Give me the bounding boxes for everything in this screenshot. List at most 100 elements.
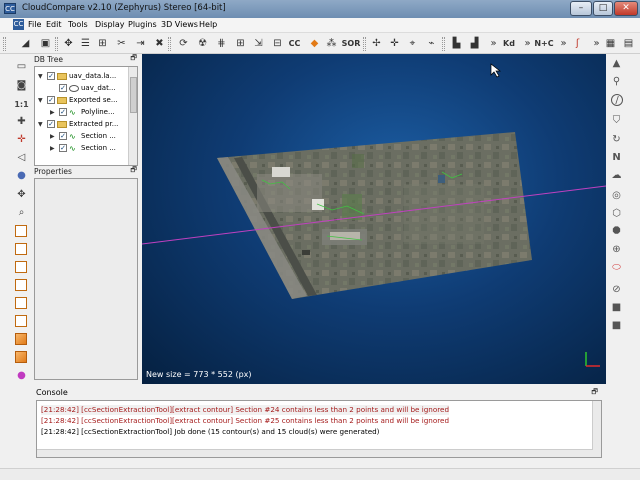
visibility-checkbox[interactable]: ✓ xyxy=(59,132,67,140)
point-cloud[interactable] xyxy=(217,132,532,299)
color-ramp-icon[interactable]: ● xyxy=(14,368,29,383)
puzzle-icon[interactable]: ⊕ xyxy=(609,242,624,257)
scroll-up-icon[interactable]: ▲ xyxy=(609,56,624,71)
menu-display[interactable]: Display xyxy=(91,19,129,31)
shield-icon[interactable]: ⛉ xyxy=(609,113,624,128)
bar-chart-icon[interactable]: ▟ xyxy=(467,36,482,51)
console-horizontal-scrollbar[interactable] xyxy=(37,449,593,457)
cloud-layers-icon[interactable]: ▤ xyxy=(621,36,636,51)
rotation-icon[interactable]: ◁ xyxy=(14,150,29,165)
north-icon[interactable]: N xyxy=(609,150,624,165)
view-back-icon[interactable] xyxy=(15,279,27,291)
octagon-icon[interactable]: ⯃ xyxy=(609,224,624,239)
view-bottom-icon[interactable] xyxy=(15,315,27,327)
light-icon[interactable]: ● xyxy=(14,168,29,183)
expand-arrow-icon[interactable]: ▼ xyxy=(38,121,45,128)
normals-icon[interactable]: ⋕ xyxy=(214,36,229,51)
close-button[interactable]: ✕ xyxy=(614,1,638,16)
move-icon[interactable]: ✛ xyxy=(387,36,402,51)
tree-item[interactable]: ▶ ✓ ∿ Section ... xyxy=(50,130,116,142)
toolbar-grip[interactable] xyxy=(363,37,366,51)
subsample-icon[interactable]: ☢ xyxy=(195,36,210,51)
probe-icon[interactable]: ⚲ xyxy=(609,74,624,89)
zoom-icon[interactable]: ⌕ xyxy=(14,205,29,220)
tree-item[interactable]: ▶ ✓ ∿ Section ... xyxy=(50,142,116,154)
visibility-checkbox[interactable]: ✓ xyxy=(59,84,67,92)
distance-icon[interactable]: ⇲ xyxy=(251,36,266,51)
expand-arrow-icon[interactable]: ▶ xyxy=(50,145,57,152)
db-tree-scrollbar[interactable] xyxy=(128,67,137,165)
sor-button[interactable]: SOR xyxy=(341,36,361,51)
view-iso-back-icon[interactable] xyxy=(15,351,27,363)
db-tree-scroll-thumb[interactable] xyxy=(130,77,137,113)
tree-item[interactable]: ▼ ✓ Exported se... xyxy=(38,94,118,106)
compass-icon[interactable]: / xyxy=(611,94,623,106)
nc-button[interactable]: N+C xyxy=(533,36,555,51)
measure-icon[interactable]: ⌖ xyxy=(405,36,420,51)
wireframe-icon[interactable]: ⬡ xyxy=(609,206,624,221)
delete-icon[interactable]: ✖ xyxy=(152,36,167,51)
toolbar-grip[interactable] xyxy=(168,37,171,51)
pan-icon[interactable]: ✥ xyxy=(14,187,29,202)
rotate-icon[interactable]: ↻ xyxy=(609,132,624,147)
view-iso-front-icon[interactable] xyxy=(15,333,27,345)
menu-tools[interactable]: Tools xyxy=(64,19,92,31)
visibility-checkbox[interactable]: ✓ xyxy=(59,108,67,116)
menu-help[interactable]: Help xyxy=(195,19,221,31)
expand-arrow-icon[interactable]: ▶ xyxy=(50,109,57,116)
visibility-checkbox[interactable]: ✓ xyxy=(47,72,55,80)
open-file-icon[interactable]: ◢ xyxy=(18,36,33,51)
view-right-icon[interactable] xyxy=(15,297,27,309)
histogram-icon[interactable]: ▙ xyxy=(449,36,464,51)
expand-arrow-icon[interactable]: ▼ xyxy=(38,97,45,104)
kd-tree-button[interactable]: Kd xyxy=(500,36,518,51)
expand-arrow-icon[interactable]: ▼ xyxy=(38,73,45,80)
3d-viewport[interactable]: New size = 773 * 552 (px) xyxy=(142,54,606,384)
auto-pivot-icon[interactable]: ✛ xyxy=(14,132,29,147)
tree-item[interactable]: ▶ ✓ ∿ Polyline... xyxy=(50,106,115,118)
tree-item[interactable]: ✓ uav_dat... xyxy=(50,82,116,94)
visibility-checkbox[interactable]: ✓ xyxy=(47,120,55,128)
save-file-icon[interactable]: ▣ xyxy=(38,36,53,51)
plugin-icon[interactable]: ▦ xyxy=(603,36,618,51)
minimize-button[interactable]: – xyxy=(570,1,592,16)
translate-rotate-icon[interactable]: ✥ xyxy=(61,36,76,51)
db-tree-float-button[interactable]: 🗗 xyxy=(130,54,137,65)
console-vertical-scrollbar[interactable] xyxy=(592,401,601,457)
toolbar-more-icon[interactable]: » xyxy=(589,36,604,51)
tree-item[interactable]: ▼ ✓ Extracted pr... xyxy=(38,118,118,130)
ellipse-icon[interactable]: ⬭ xyxy=(609,260,624,275)
cc-button[interactable]: CC xyxy=(287,36,302,51)
sample-icon[interactable]: ⟳ xyxy=(176,36,191,51)
visibility-checkbox[interactable]: ✓ xyxy=(47,96,55,104)
view-left-icon[interactable] xyxy=(15,261,27,273)
toolbar-more-icon[interactable]: » xyxy=(556,36,571,51)
toolbar-more-icon[interactable]: » xyxy=(486,36,501,51)
segment-icon[interactable]: ✂ xyxy=(114,36,129,51)
toolbar-grip[interactable] xyxy=(3,37,6,51)
screen-icon[interactable]: ▭ xyxy=(14,59,29,74)
view-front-icon[interactable] xyxy=(15,243,27,255)
scale-1-1-icon[interactable]: 1:1 xyxy=(14,97,29,112)
label-icon[interactable]: ◆ xyxy=(307,36,322,51)
list-icon[interactable]: ☰ xyxy=(78,36,93,51)
cube-gray-2-icon[interactable]: ■ xyxy=(609,318,624,333)
visibility-checkbox[interactable]: ✓ xyxy=(59,144,67,152)
title-bar[interactable]: CC CloudCompare v2.10 (Zephyrus) Stereo … xyxy=(0,0,640,18)
properties-float-button[interactable]: 🗗 xyxy=(130,166,137,177)
menu-plugins[interactable]: Plugins xyxy=(124,19,161,31)
console-log[interactable]: [21:28:42] [ccSectionExtractionTool][ext… xyxy=(36,400,602,458)
maximize-button[interactable]: □ xyxy=(593,1,613,16)
point-pick-icon[interactable]: ⌁ xyxy=(424,36,439,51)
zoom-pivot-icon[interactable]: ✚ xyxy=(14,114,29,129)
compare-icon[interactable]: ⊟ xyxy=(270,36,285,51)
disable-icon[interactable]: ⊘ xyxy=(609,282,624,297)
cloud-settings-icon[interactable]: ☁ xyxy=(609,168,624,183)
cube-gray-icon[interactable]: ■ xyxy=(609,300,624,315)
expand-arrow-icon[interactable]: ▶ xyxy=(50,133,57,140)
clip-box-icon[interactable]: ⇥ xyxy=(133,36,148,51)
crosshair-icon[interactable]: ✢ xyxy=(369,36,384,51)
scalar-field-icon[interactable]: ⊞ xyxy=(233,36,248,51)
console-float-button[interactable]: 🗗 xyxy=(591,388,598,399)
view-top-icon[interactable] xyxy=(15,225,27,237)
